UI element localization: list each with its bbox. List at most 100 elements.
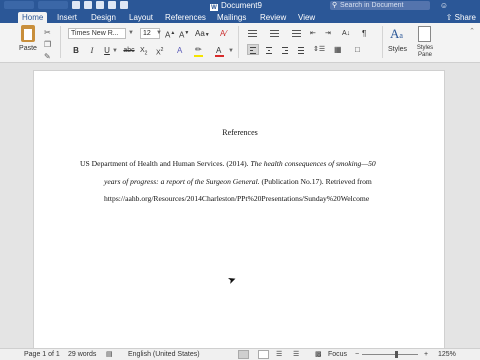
focus-label[interactable]: Focus	[328, 349, 347, 360]
draft-view-icon[interactable]: ☰	[293, 349, 299, 360]
clipboard-icon	[21, 25, 35, 42]
redo-icon[interactable]	[108, 1, 116, 9]
outline-view-icon[interactable]: ☰	[276, 349, 282, 360]
proofing-icon[interactable]: ▤	[106, 349, 113, 360]
align-center-button[interactable]	[263, 44, 275, 55]
collapse-ribbon-icon[interactable]: ⌃	[469, 27, 475, 35]
superscript-button[interactable]: X2	[156, 45, 163, 58]
save-icon[interactable]	[84, 1, 92, 9]
underline-button[interactable]: U	[103, 45, 111, 56]
shrink-font-icon[interactable]: A▼	[179, 28, 189, 41]
align-right-button[interactable]	[279, 44, 291, 55]
undo-icon[interactable]	[96, 1, 104, 9]
zoom-slider-thumb[interactable]	[394, 351, 398, 358]
reference-entry: US Department of Health and Human Servic…	[80, 155, 420, 208]
home-icon[interactable]	[72, 1, 80, 9]
borders-icon[interactable]: □	[355, 44, 360, 55]
tab-references[interactable]: References	[161, 12, 210, 23]
paste-button[interactable]: Paste	[17, 25, 39, 52]
reference-title-part2: years of progress: a report of the Surge…	[104, 176, 260, 186]
window-controls[interactable]	[4, 1, 34, 9]
reference-line-2: years of progress: a report of the Surge…	[80, 173, 420, 191]
font-color-dropdown-icon[interactable]: ▼	[228, 48, 234, 54]
subscript-button[interactable]: X2	[140, 45, 147, 59]
web-layout-view-button[interactable]	[258, 350, 269, 359]
zoom-out-button[interactable]: −	[355, 349, 359, 360]
tab-mailings[interactable]: Mailings	[213, 12, 250, 23]
multilevel-list-icon[interactable]	[288, 28, 302, 39]
shading-icon[interactable]: ▦	[334, 44, 342, 55]
clear-formatting-icon[interactable]: A⁄	[220, 28, 227, 39]
search-icon: ⚲	[332, 2, 338, 9]
ribbon-divider	[382, 26, 383, 58]
styles-pane-icon[interactable]	[418, 26, 431, 42]
print-layout-view-button[interactable]	[238, 350, 249, 359]
cut-icon[interactable]: ✂	[44, 27, 54, 39]
zoom-in-button[interactable]: +	[424, 349, 428, 360]
sort-icon[interactable]: A↓	[342, 28, 350, 39]
highlight-icon[interactable]: ✏	[195, 44, 202, 55]
styles-label: Styles	[388, 46, 408, 53]
highlight-color-bar	[194, 55, 203, 57]
numbering-icon[interactable]	[266, 28, 280, 39]
clipboard-tools: ✂ ❐ ✎	[44, 27, 54, 63]
title-bar: W Document9 ⚲ Search in Document ☺	[0, 0, 480, 12]
change-case-icon[interactable]: Aa▼	[195, 28, 210, 41]
reference-author-date: US Department of Health and Human Servic…	[80, 159, 251, 168]
tab-layout[interactable]: Layout	[125, 12, 157, 23]
format-painter-icon[interactable]: ✎	[44, 51, 54, 63]
grow-font-icon[interactable]: A▲	[165, 28, 175, 41]
italic-button[interactable]: I	[88, 45, 96, 56]
styles-gallery-icon[interactable]: Aa	[390, 26, 410, 42]
reference-title-part1: The health consequences of smoking—50	[250, 159, 376, 168]
search-placeholder: Search in Document	[340, 2, 404, 9]
text-effects-icon[interactable]: A	[177, 45, 182, 56]
tab-insert[interactable]: Insert	[53, 12, 81, 23]
font-name-dropdown-icon[interactable]: ▼	[128, 30, 134, 36]
document-page[interactable]: References US Department of Health and H…	[33, 70, 445, 360]
print-icon[interactable]	[120, 1, 128, 9]
status-bar: Page 1 of 1 29 words ▤ English (United S…	[0, 348, 480, 360]
underline-dropdown-icon[interactable]: ▼	[112, 48, 118, 54]
tab-design[interactable]: Design	[87, 12, 120, 23]
focus-mode-icon[interactable]: ▩	[315, 349, 322, 360]
share-label: Share	[454, 13, 476, 22]
bold-button[interactable]: B	[72, 45, 80, 56]
word-count[interactable]: 29 words	[68, 349, 96, 360]
tab-home[interactable]: Home	[18, 12, 48, 23]
decrease-indent-icon[interactable]: ⇤	[310, 28, 316, 39]
autosave-toggle[interactable]	[38, 1, 68, 9]
line-spacing-icon[interactable]: ⇕☰	[313, 44, 325, 55]
ribbon-home: Paste ✂ ❐ ✎ Times New R... ▼ 12 ▼ A▲ A▼ …	[0, 23, 480, 63]
quick-access-toolbar	[4, 1, 128, 9]
tab-review[interactable]: Review	[256, 12, 290, 23]
align-left-button[interactable]	[247, 44, 259, 55]
ribbon-tabs: Home Insert Design Layout References Mai…	[0, 11, 480, 23]
page-count[interactable]: Page 1 of 1	[24, 349, 60, 360]
reference-url: https://aahb.org/Resources/2014Charlesto…	[104, 194, 370, 203]
search-input[interactable]: ⚲ Search in Document	[330, 1, 430, 10]
reference-publication: (Publication No.17). Retrieved from	[259, 176, 372, 186]
paste-label: Paste	[19, 45, 37, 52]
font-size-dropdown-icon[interactable]: ▼	[156, 30, 162, 36]
ribbon-divider	[238, 26, 239, 58]
strikethrough-button[interactable]: abc	[122, 45, 136, 56]
copy-icon[interactable]: ❐	[44, 39, 54, 51]
tab-view[interactable]: View	[294, 12, 319, 23]
zoom-level[interactable]: 125%	[438, 349, 456, 360]
show-formatting-icon[interactable]: ¶	[362, 28, 366, 39]
styles-pane-label[interactable]: Styles Pane	[414, 45, 436, 59]
language-indicator[interactable]: English (United States)	[128, 349, 200, 360]
reference-line-1: US Department of Health and Human Servic…	[80, 155, 420, 173]
share-icon: ⇧	[445, 13, 455, 22]
zoom-slider[interactable]	[362, 354, 418, 355]
share-button[interactable]: ⇧ Share	[446, 12, 476, 23]
document-title-text: Document9	[221, 1, 262, 10]
ribbon-divider	[60, 26, 61, 58]
font-name-select[interactable]: Times New R...	[68, 28, 126, 39]
smiley-feedback-icon[interactable]: ☺	[440, 0, 448, 11]
bullets-icon[interactable]	[244, 28, 258, 39]
justify-button[interactable]	[295, 44, 307, 55]
increase-indent-icon[interactable]: ⇥	[325, 28, 331, 39]
mouse-cursor-icon: ➤	[226, 273, 239, 288]
